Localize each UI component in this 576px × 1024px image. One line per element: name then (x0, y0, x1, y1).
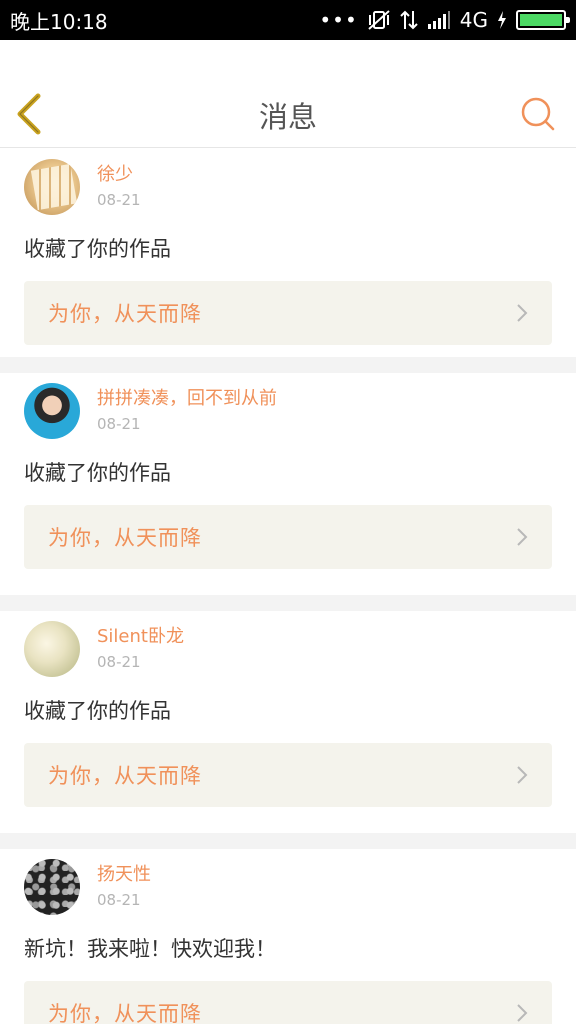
network-type: 4G (459, 8, 488, 32)
status-time: 晚上10:18 (10, 9, 108, 34)
message-user-row: 扬天性 08-21 (24, 859, 552, 915)
chevron-right-icon (517, 1004, 528, 1022)
chevron-right-icon (517, 528, 528, 546)
user-meta: 拼拼凑凑，回不到从前 08-21 (97, 383, 277, 433)
nav-bar: 消息 (0, 40, 576, 148)
message-text: 收藏了你的作品 (24, 237, 171, 261)
message-list[interactable]: 徐少 08-21 收藏了你的作品 为你，从天而降 拼拼凑凑，回不到从前 08-2… (0, 149, 576, 1024)
username[interactable]: Silent卧龙 (97, 625, 184, 649)
message-user-row: Silent卧龙 08-21 (24, 621, 552, 677)
username[interactable]: 扬天性 (97, 863, 151, 887)
message-user-row: 徐少 08-21 (24, 159, 552, 215)
more-notifications-icon: ••• (319, 8, 358, 32)
status-bar: 晚上10:18 ••• 4G (0, 0, 576, 40)
chevron-right-icon (517, 304, 528, 322)
avatar[interactable] (24, 383, 80, 439)
search-icon[interactable] (520, 96, 556, 132)
work-title: 为你，从天而降 (48, 764, 202, 788)
work-link[interactable]: 为你，从天而降 (24, 505, 552, 569)
avatar[interactable] (24, 859, 80, 915)
message-date: 08-21 (97, 415, 141, 433)
message-date: 08-21 (97, 891, 141, 909)
vibrate-off-icon (368, 10, 390, 30)
message-user-row: 拼拼凑凑，回不到从前 08-21 (24, 383, 552, 439)
page-title: 消息 (258, 100, 317, 134)
user-meta: 扬天性 08-21 (97, 859, 151, 909)
username[interactable]: 拼拼凑凑，回不到从前 (97, 387, 277, 411)
message-card: 扬天性 08-21 新坑！我来啦！快欢迎我！ 为你，从天而降 (0, 849, 576, 1024)
signal-icon (427, 11, 450, 29)
user-meta: 徐少 08-21 (97, 159, 141, 209)
work-link[interactable]: 为你，从天而降 (24, 743, 552, 807)
message-card: 拼拼凑凑，回不到从前 08-21 收藏了你的作品 为你，从天而降 (0, 373, 576, 595)
message-date: 08-21 (97, 653, 141, 671)
chevron-right-icon (517, 766, 528, 784)
charging-icon (498, 11, 506, 29)
avatar[interactable] (24, 621, 80, 677)
message-card: Silent卧龙 08-21 收藏了你的作品 为你，从天而降 (0, 611, 576, 833)
work-title: 为你，从天而降 (48, 302, 202, 326)
message-text: 收藏了你的作品 (24, 461, 171, 485)
work-link[interactable]: 为你，从天而降 (24, 281, 552, 345)
data-transfer-icon (400, 10, 418, 30)
battery-icon (516, 10, 570, 30)
avatar[interactable] (24, 159, 80, 215)
user-meta: Silent卧龙 08-21 (97, 621, 184, 671)
work-title: 为你，从天而降 (48, 526, 202, 550)
battery-level (520, 14, 562, 26)
work-title: 为你，从天而降 (48, 1002, 202, 1024)
username[interactable]: 徐少 (97, 163, 141, 187)
message-card: 徐少 08-21 收藏了你的作品 为你，从天而降 (0, 149, 576, 357)
message-date: 08-21 (97, 191, 141, 209)
message-text: 新坑！我来啦！快欢迎我！ (24, 937, 276, 961)
work-link[interactable]: 为你，从天而降 (24, 981, 552, 1024)
status-icons: ••• 4G (319, 8, 570, 32)
message-text: 收藏了你的作品 (24, 699, 171, 723)
